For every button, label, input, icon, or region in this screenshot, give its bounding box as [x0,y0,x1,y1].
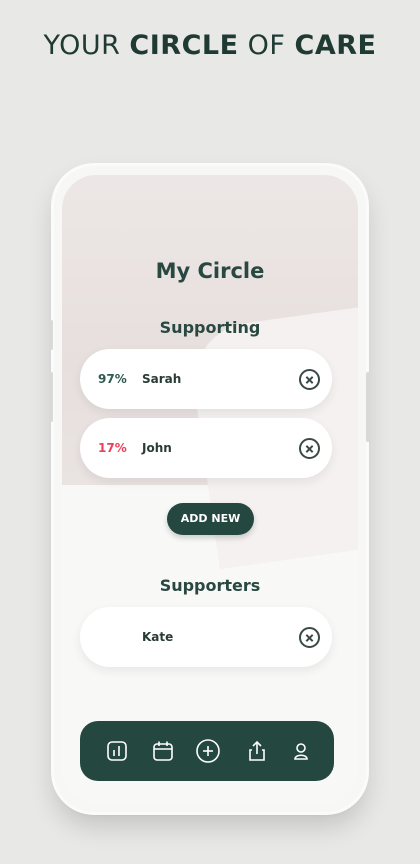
remove-icon[interactable] [299,438,320,459]
page-title: My Circle [155,259,265,283]
list-item[interactable]: 97% Sarah [80,349,332,409]
profile-icon[interactable] [288,738,314,764]
stats-icon[interactable] [104,738,130,764]
calendar-icon[interactable] [150,738,176,764]
headline: YOUR CIRCLE OF CARE [0,30,420,61]
person-name: John [142,441,172,455]
app-screen: My Circle Supporting 97% Sarah 17% John … [62,175,358,803]
phone-side-button [49,320,53,350]
list-item[interactable]: 17% John [80,418,332,478]
share-icon[interactable] [244,738,270,764]
person-name: Kate [142,630,174,644]
person-name: Sarah [142,372,182,386]
headline-part-circle: CIRCLE [129,30,239,61]
remove-icon[interactable] [299,627,320,648]
supporting-heading: Supporting [159,318,261,337]
list-item[interactable]: Kate [80,607,332,667]
bottom-nav [80,721,334,781]
headline-part-your: YOUR [43,30,130,61]
supporters-heading: Supporters [159,576,261,595]
headline-part-of: OF [238,30,295,61]
phone-side-button [366,372,370,442]
headline-part-care: CARE [294,30,377,61]
remove-icon[interactable] [299,369,320,390]
support-percent: 17% [98,441,127,455]
phone-side-button [49,372,53,422]
support-percent: 97% [98,372,127,386]
add-circle-icon[interactable] [195,738,221,764]
add-new-button[interactable]: ADD NEW [167,503,254,535]
